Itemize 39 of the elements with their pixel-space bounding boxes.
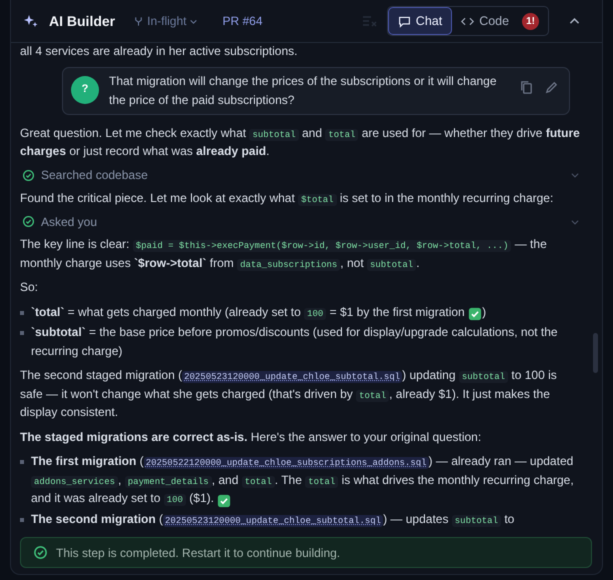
app-title: AI Builder: [49, 12, 116, 30]
pr-link[interactable]: PR #64: [222, 12, 263, 30]
check-mark-icon: [468, 307, 482, 322]
tab[interactable]: Chat: [388, 6, 452, 36]
copy-icon: [519, 80, 534, 94]
user-avatar: ?: [71, 76, 99, 104]
chat-icon: [398, 14, 411, 28]
message-text: all 4 services are already in her active subscriptions.: [20, 43, 298, 60]
message-text: Great question. Let me check exactly what subtotal and total are used for — whether they drive future charges or just record what was already paid.: [20, 124, 580, 160]
message-text: Found the critical piece. Let me look at exactly what $total is set to in the monthly recurring charge:: [20, 190, 554, 207]
scrollbar[interactable]: [593, 333, 598, 373]
list-item-text: The first migration ( 20250522120000_update_chloe_subscriptions_addons.sql ) — already ran — updated addons_services , payment_details , and total . The total is what drives the monthly recurring charge, and it was already set to 100 ($1).: [31, 452, 580, 510]
edit-button[interactable]: [544, 80, 559, 94]
branch-icon: [133, 16, 144, 26]
list-item-text: The second migration ( 20250523120000_update_chloe_subtotal.sql ) — updates subtotal to: [31, 510, 514, 528]
bullet-icon: [20, 310, 24, 314]
tab[interactable]: Code 1!: [452, 6, 548, 36]
completed-notice: This step is completed. Restart it to continue building.: [20, 537, 592, 568]
bullet-icon: [20, 518, 24, 522]
check-circle-icon: [22, 215, 35, 228]
message-text: The key line is clear: $paid = $this->execPayment($row->id, $row->user_id, $row->total, ...) — the monthly charge uses `$row->total` from data_subscriptions , not subtotal .: [20, 236, 548, 272]
bullet-icon: [20, 460, 24, 464]
list-item-text: `total` = what gets charged monthly (already set to 100 = $1 by the first migration ): [31, 302, 486, 323]
message-text: The second staged migration ( 20250523120000_update_chloe_subtotal.sql ) updating subtotal to 100 is safe — it won't change what she gets charged (that's driven by total , already $1). It just makes the display consistent.: [20, 367, 558, 421]
list-item-text: `subtotal` = the base price before promos/discounts (used for display/upgrade calculations, not the recurring charge): [31, 324, 559, 360]
copy-button[interactable]: [519, 80, 534, 94]
check-circle-icon: [22, 168, 35, 182]
check-mark-icon: [217, 494, 232, 508]
bullet-icon: [20, 331, 24, 335]
pencil-icon: [544, 80, 559, 94]
step-row[interactable]: Searched codebase: [22, 166, 580, 184]
step-row[interactable]: Asked you: [22, 213, 580, 230]
message-text: The staged migrations are correct as-is. Here's the answer to your original question:: [20, 428, 482, 446]
user-message-text: That migration will change the prices of the subscriptions or it will change the price of the paid subscriptions?: [109, 72, 498, 108]
alert-badge: 1!: [522, 12, 539, 30]
check-circle-icon: [33, 545, 48, 560]
sparkle-icon: [23, 13, 39, 29]
branch-selector[interactable]: In-flight: [133, 12, 198, 30]
message-text: So:: [20, 279, 40, 296]
